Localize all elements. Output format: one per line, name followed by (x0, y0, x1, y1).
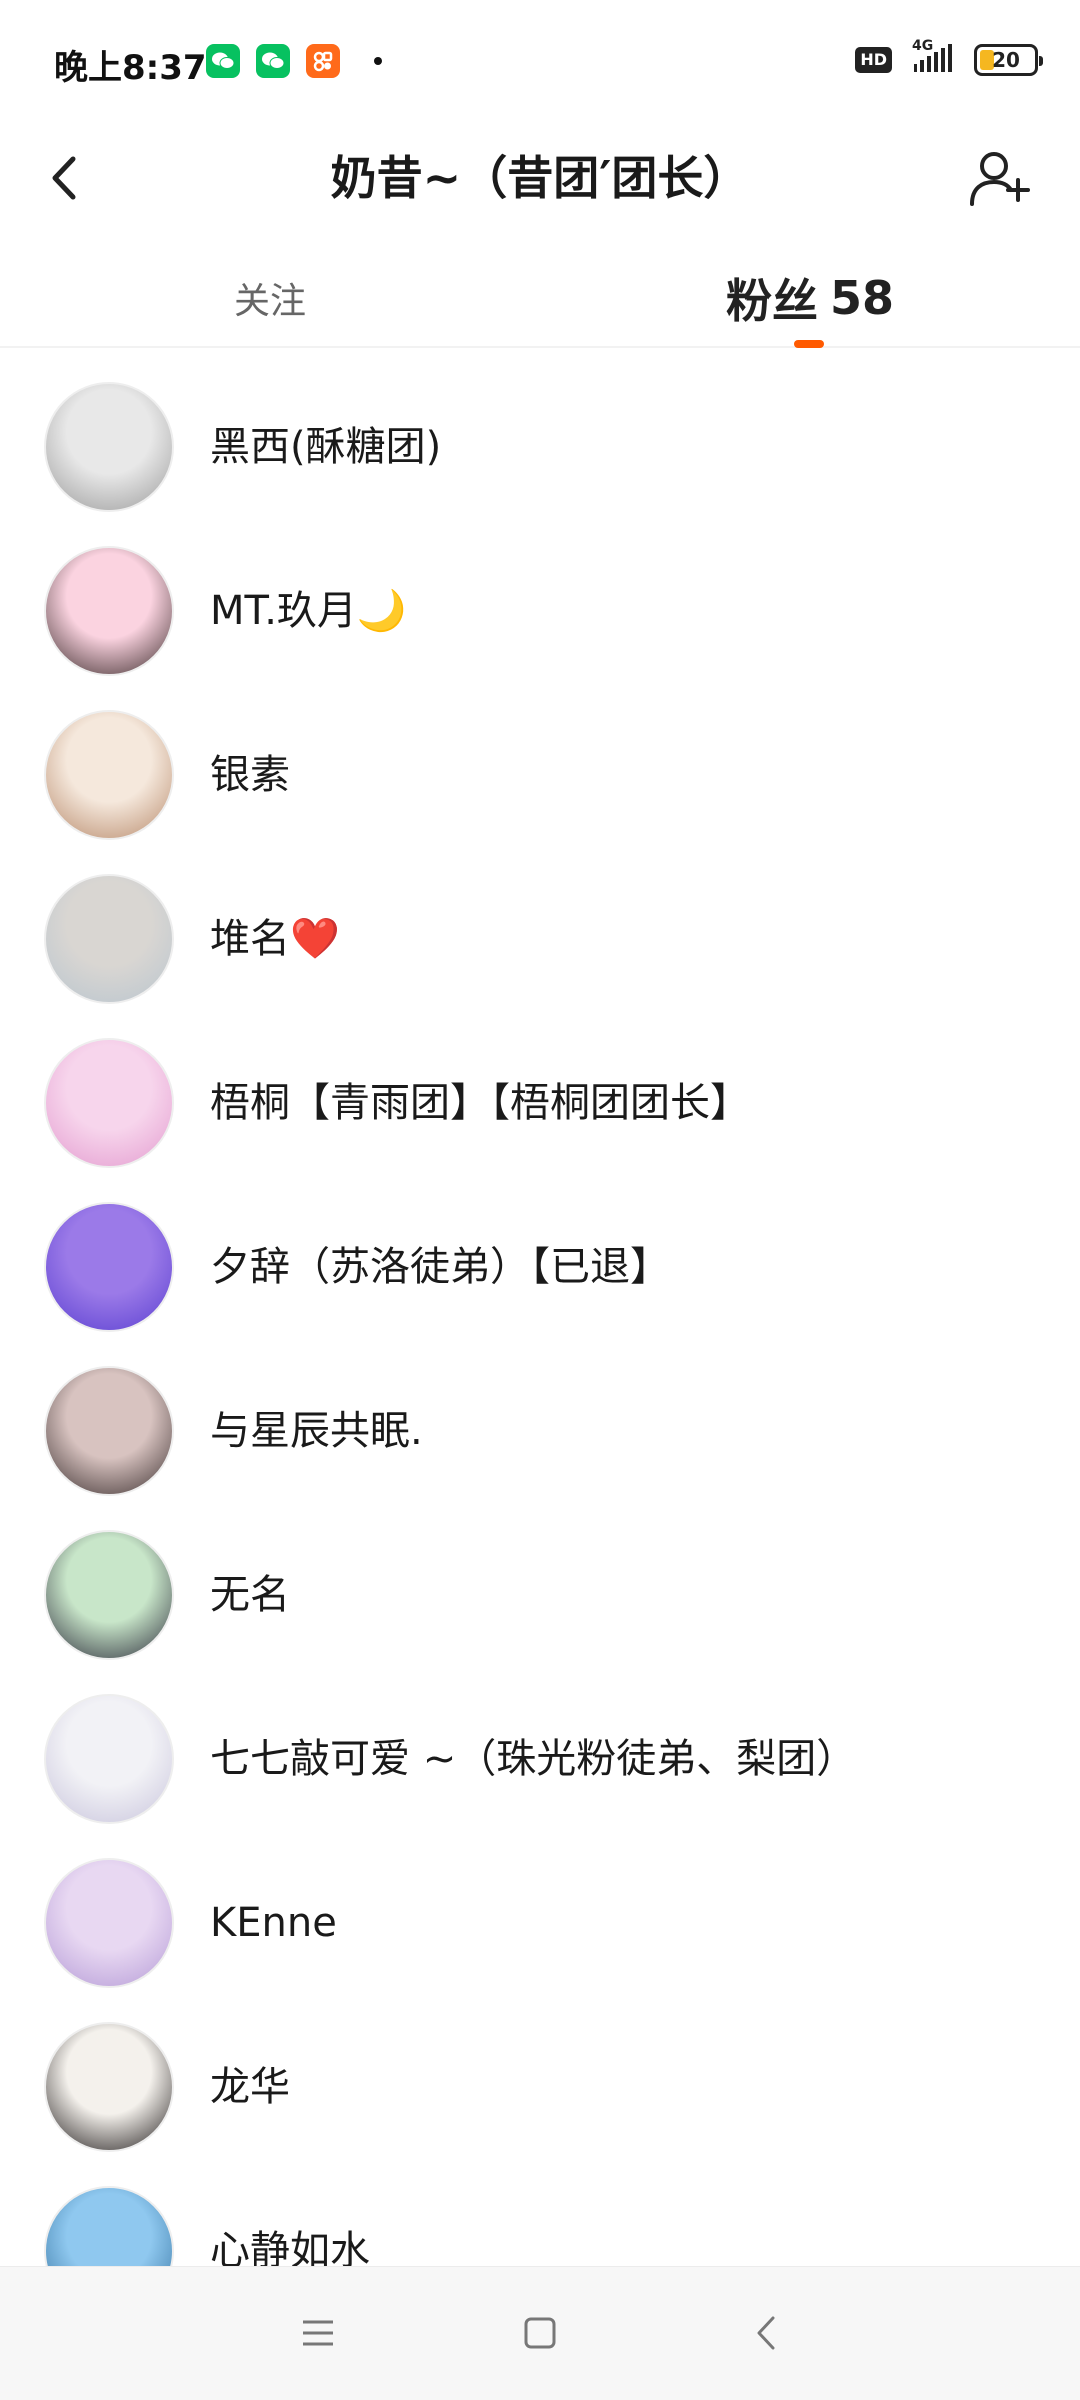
list-item[interactable]: 无名 (0, 1498, 1080, 1662)
fan-name: 无名 (210, 1572, 290, 1618)
fans-list[interactable]: 黑西(酥糖团) MT.玖月🌙 银素堆名❤️ 梧桐【青雨团】【梧桐团团长】 夕辞（苏洛徒弟… (0, 350, 1080, 2266)
fan-name: 夕辞（苏洛徒弟）【已退】 (210, 1244, 670, 1290)
system-back-button[interactable] (736, 2303, 796, 2363)
fan-name: 龙华 (210, 2064, 290, 2110)
chevron-left-icon (52, 156, 76, 200)
fan-name: 堆名❤️ (210, 916, 340, 962)
more-notifications-dot (374, 57, 382, 65)
notification-icons (206, 44, 382, 78)
wechat-icon (256, 44, 290, 78)
home-button[interactable] (510, 2303, 570, 2363)
tab-following-label: 关注 (233, 281, 306, 322)
list-item[interactable]: 堆名❤️ (0, 842, 1080, 1006)
avatar[interactable] (44, 710, 174, 840)
back-button[interactable] (34, 148, 94, 208)
fan-name: 梧桐【青雨团】【梧桐团团长】 (210, 1080, 750, 1126)
system-navigation-bar (0, 2266, 1080, 2400)
header: 奶昔~（昔团′团长） (0, 128, 1080, 228)
battery-level: 20 (992, 48, 1020, 72)
avatar[interactable] (44, 2022, 174, 2152)
fan-name: KEnne (210, 1900, 337, 1946)
add-user-icon (970, 152, 1030, 206)
avatar[interactable] (44, 2186, 174, 2266)
list-item[interactable]: 梧桐【青雨团】【梧桐团团长】 (0, 1006, 1080, 1170)
active-tab-indicator (794, 340, 824, 348)
home-icon (524, 2317, 556, 2349)
list-item[interactable]: 心静如水 (0, 2154, 1080, 2266)
list-item[interactable]: 七七敲可爱 ~（珠光粉徒弟、梨团） (0, 1662, 1080, 1826)
avatar[interactable] (44, 874, 174, 1004)
status-time: 晚上8:37 (54, 48, 207, 88)
recent-apps-button[interactable] (288, 2303, 348, 2363)
avatar[interactable] (44, 1530, 174, 1660)
tab-fans-label: 粉丝 (725, 274, 818, 328)
tab-fans[interactable]: 粉丝 58 (690, 258, 930, 338)
avatar[interactable] (44, 1038, 174, 1168)
page-title: 奶昔~（昔团′团长） (330, 151, 750, 205)
tab-following[interactable]: 关注 (170, 258, 370, 338)
list-item[interactable]: KEnne (0, 1826, 1080, 1990)
wechat-icon (206, 44, 240, 78)
list-item[interactable]: MT.玖月🌙 (0, 514, 1080, 678)
status-bar: 晚上8:37 HD 4G 20 (0, 0, 1080, 128)
add-friend-button[interactable] (964, 142, 1036, 214)
fan-name: 银素 (210, 752, 290, 798)
fan-name: 黑西(酥糖团) (210, 424, 442, 470)
fan-name: MT.玖月🌙 (210, 588, 407, 634)
list-item[interactable]: 龙华 (0, 1990, 1080, 2154)
list-item[interactable]: 夕辞（苏洛徒弟）【已退】 (0, 1170, 1080, 1334)
system-icons: HD 4G 20 (855, 38, 1043, 76)
app-icon (306, 44, 340, 78)
fan-name: 七七敲可爱 ~（珠光粉徒弟、梨团） (210, 1736, 857, 1782)
fan-name: 心静如水 (210, 2228, 370, 2266)
avatar[interactable] (44, 1694, 174, 1824)
avatar[interactable] (44, 546, 174, 676)
back-icon (757, 2316, 775, 2350)
battery-icon: 20 (974, 44, 1043, 76)
menu-icon (303, 2320, 333, 2346)
fan-name: 与星辰共眠. (210, 1408, 423, 1454)
list-item[interactable]: 黑西(酥糖团) (0, 350, 1080, 514)
avatar[interactable] (44, 1858, 174, 1988)
list-item[interactable]: 与星辰共眠. (0, 1334, 1080, 1498)
tab-bar: 关注 粉丝 58 (0, 248, 1080, 348)
avatar[interactable] (44, 1366, 174, 1496)
avatar[interactable] (44, 382, 174, 512)
signal-icon: 4G (910, 38, 956, 76)
list-item[interactable]: 银素 (0, 678, 1080, 842)
hd-icon: HD (855, 47, 892, 73)
avatar[interactable] (44, 1202, 174, 1332)
fans-count: 58 (829, 271, 894, 325)
